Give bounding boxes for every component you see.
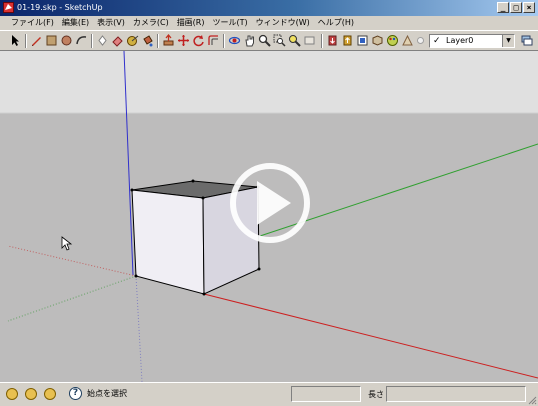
menu-tools[interactable]: ツール(T) bbox=[209, 17, 252, 29]
status-prompt: 始点を選択 bbox=[87, 389, 127, 398]
toolbar: ✓ Layer0 ▼ bbox=[0, 30, 538, 51]
toolbar-separator bbox=[223, 34, 225, 48]
get-models-icon[interactable] bbox=[326, 34, 339, 47]
rectangle-icon[interactable] bbox=[45, 34, 58, 47]
menu-window[interactable]: ウィンドウ(W) bbox=[252, 17, 314, 29]
style-icon[interactable] bbox=[401, 34, 414, 47]
menu-bar: ファイル(F) 編集(E) 表示(V) カメラ(C) 描画(R) ツール(T) … bbox=[0, 16, 538, 30]
ground bbox=[0, 113, 538, 382]
title-bar: 01-19.skp - SketchUp _ □ × bbox=[0, 0, 538, 16]
circle-icon[interactable] bbox=[60, 34, 73, 47]
status-bar: ? 始点を選択 長さ bbox=[0, 382, 538, 406]
menu-camera[interactable]: カメラ(C) bbox=[129, 17, 173, 29]
zoom-extents-icon[interactable] bbox=[288, 34, 301, 47]
material-icon[interactable] bbox=[386, 34, 399, 47]
arc-icon[interactable] bbox=[75, 34, 88, 47]
menu-draw[interactable]: 描画(R) bbox=[173, 17, 209, 29]
menu-view[interactable]: 表示(V) bbox=[93, 17, 129, 29]
help-icon[interactable]: ? bbox=[69, 387, 82, 400]
pencil-icon[interactable] bbox=[30, 34, 43, 47]
toolbar-separator bbox=[321, 34, 323, 48]
make-component-icon[interactable] bbox=[96, 34, 109, 47]
toolbar-separator bbox=[25, 34, 27, 48]
layer-check-icon: ✓ bbox=[433, 36, 441, 46]
window-title: 01-19.skp - SketchUp bbox=[17, 3, 103, 12]
send-to-layout-icon[interactable] bbox=[356, 34, 369, 47]
resize-grip-icon[interactable] bbox=[527, 395, 537, 405]
eraser-icon[interactable] bbox=[111, 34, 124, 47]
select-arrow-icon[interactable] bbox=[9, 34, 22, 47]
maximize-button[interactable]: □ bbox=[510, 2, 522, 13]
layer-select[interactable]: ✓ Layer0 ▼ bbox=[429, 34, 515, 48]
toolbar-separator bbox=[91, 34, 93, 48]
orbit-icon[interactable] bbox=[228, 34, 241, 47]
tape-measure-icon[interactable] bbox=[126, 34, 139, 47]
pan-icon[interactable] bbox=[243, 34, 256, 47]
credits-icon[interactable] bbox=[25, 388, 37, 400]
status-divider-panel bbox=[291, 386, 361, 402]
minimize-button[interactable]: _ bbox=[497, 2, 509, 13]
rotate-icon[interactable] bbox=[192, 34, 205, 47]
layer-name: Layer0 bbox=[446, 36, 474, 45]
previous-view-icon[interactable] bbox=[303, 34, 316, 47]
toolbar-separator bbox=[157, 34, 159, 48]
share-model-icon[interactable] bbox=[341, 34, 354, 47]
menu-help[interactable]: ヘルプ(H) bbox=[314, 17, 358, 29]
paint-bucket-icon[interactable] bbox=[141, 34, 154, 47]
shadow-icon[interactable] bbox=[414, 34, 427, 47]
window-controls: _ □ × bbox=[497, 2, 535, 14]
menu-file[interactable]: ファイル(F) bbox=[7, 17, 58, 29]
drawing-viewport[interactable] bbox=[0, 51, 538, 382]
measurement-label: 長さ bbox=[368, 390, 384, 399]
geo-location-icon[interactable] bbox=[6, 388, 18, 400]
move-icon[interactable] bbox=[177, 34, 190, 47]
zoom-icon[interactable] bbox=[258, 34, 271, 47]
zoom-window-icon[interactable] bbox=[273, 34, 286, 47]
model-canvas[interactable] bbox=[0, 51, 538, 382]
sketchup-app-icon bbox=[3, 2, 14, 13]
sky bbox=[0, 51, 538, 113]
user-icon[interactable] bbox=[44, 388, 56, 400]
component-icon[interactable] bbox=[371, 34, 384, 47]
menu-edit[interactable]: 編集(E) bbox=[58, 17, 93, 29]
push-pull-icon[interactable] bbox=[162, 34, 175, 47]
offset-icon[interactable] bbox=[207, 34, 220, 47]
measurement-input[interactable] bbox=[386, 386, 526, 402]
close-button[interactable]: × bbox=[523, 2, 535, 13]
chevron-down-icon[interactable]: ▼ bbox=[502, 35, 514, 47]
layer-manager-icon[interactable] bbox=[520, 34, 533, 47]
